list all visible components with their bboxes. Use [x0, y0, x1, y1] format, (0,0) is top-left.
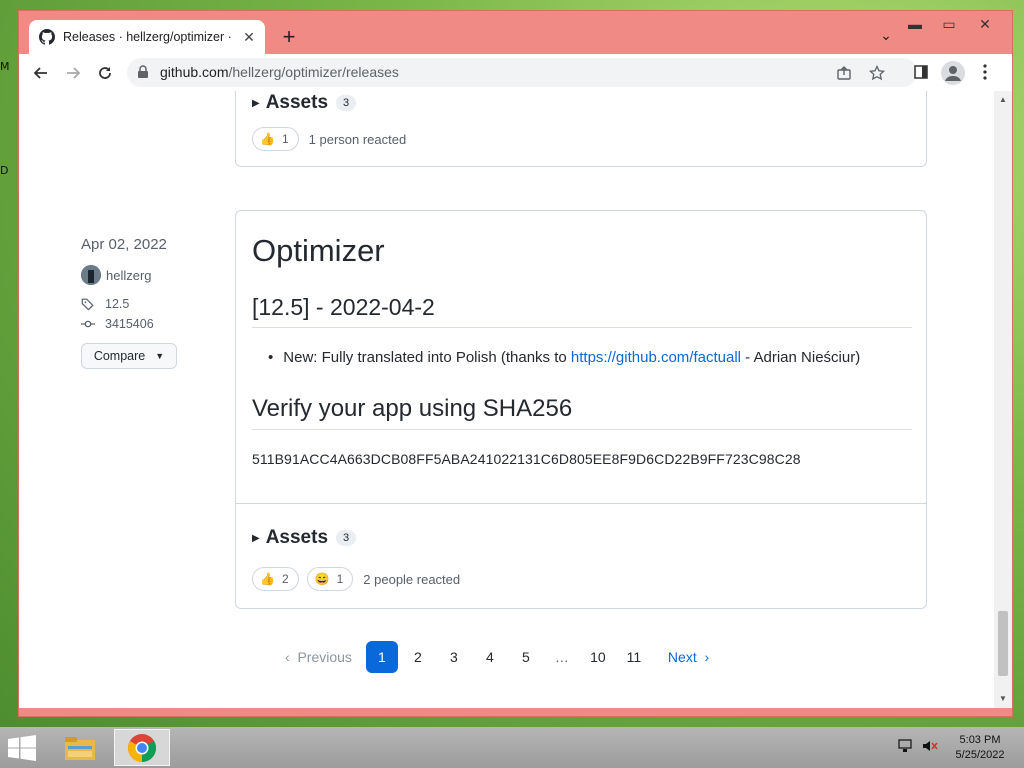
- tag-row[interactable]: 12.5: [81, 297, 211, 311]
- reload-icon[interactable]: [93, 61, 117, 85]
- scrollbar-thumb[interactable]: [998, 611, 1008, 676]
- close-icon[interactable]: ✕: [241, 29, 257, 46]
- system-clock[interactable]: 5:03 PM 5/25/2022: [950, 733, 1010, 763]
- reacted-summary: 1 person reacted: [308, 131, 407, 147]
- desktop-icon-edge[interactable]: M: [0, 60, 10, 73]
- previous-page-button: ‹ Previous: [285, 649, 352, 665]
- compare-label: Compare: [93, 349, 146, 363]
- page-10[interactable]: 10: [582, 641, 614, 673]
- sha256-hash: 511B91ACC4A663DCB08FF5ABA241022131C6D805…: [252, 451, 801, 467]
- clock-time: 5:03 PM: [959, 734, 1001, 746]
- avatar: [81, 265, 101, 285]
- network-icon[interactable]: [896, 736, 916, 756]
- windows-start-icon[interactable]: [6, 733, 38, 763]
- profile-icon[interactable]: [941, 61, 965, 85]
- commit-icon: [81, 320, 95, 328]
- author-row[interactable]: hellzerg: [81, 265, 211, 285]
- version-heading: [12.5] - 2022-04-2: [252, 294, 912, 328]
- reaction-thumbs-up[interactable]: 👍 1: [252, 127, 299, 151]
- file-explorer-icon[interactable]: [52, 729, 108, 766]
- side-panel-icon[interactable]: [911, 62, 931, 82]
- tag-icon: [81, 298, 94, 311]
- new-tab-button[interactable]: +: [277, 25, 301, 49]
- verify-heading: Verify your app using SHA256: [252, 395, 912, 430]
- triangle-right-icon: ▶: [252, 97, 260, 109]
- assets-count-badge: 3: [336, 530, 357, 546]
- desktop-icon-edge[interactable]: D: [0, 164, 8, 177]
- assets-count-badge: 3: [336, 95, 357, 111]
- chevron-down-icon[interactable]: ⌄: [876, 27, 896, 47]
- browser-toolbar: github.com/hellzerg/optimizer/releases: [19, 54, 1012, 91]
- page-viewport: ▶ Assets 3 👍 1 1 person reacted Apr 02, …: [19, 91, 994, 708]
- assets-toggle[interactable]: ▶ Assets 3: [252, 92, 357, 114]
- page-2[interactable]: 2: [402, 641, 434, 673]
- previous-release-card: ▶ Assets 3 👍 1 1 person reacted: [235, 91, 927, 167]
- reacted-summary: 2 people reacted: [363, 571, 461, 587]
- browser-tab[interactable]: Releases · hellzerg/optimizer · GitHub ✕: [29, 20, 265, 54]
- triangle-down-icon: ▼: [155, 351, 165, 361]
- assets-label: Assets: [265, 527, 329, 548]
- release-title[interactable]: Optimizer: [252, 233, 385, 269]
- compare-button[interactable]: Compare ▼: [81, 343, 177, 369]
- kebab-menu-icon[interactable]: [975, 62, 995, 82]
- pagination: ‹ Previous 1 2 3 4 5 … 10 11 Next ›: [283, 641, 715, 673]
- tag-label[interactable]: 12.5: [105, 297, 129, 311]
- changelog-item: • New: Fully translated into Polish (than…: [268, 349, 861, 366]
- taskbar: 5:03 PM 5/25/2022: [0, 727, 1024, 768]
- release-sidebar: Apr 02, 2022 hellzerg 12.5 3415406 Compa…: [81, 236, 211, 369]
- bookmark-star-icon[interactable]: [868, 64, 886, 82]
- scroll-up-icon[interactable]: ▲: [998, 95, 1008, 105]
- tab-title: Releases · hellzerg/optimizer · GitHub: [63, 30, 235, 44]
- back-icon[interactable]: [29, 61, 53, 85]
- page-3[interactable]: 3: [438, 641, 470, 673]
- vertical-scrollbar[interactable]: ▲ ▼: [994, 91, 1012, 708]
- reaction-thumbs-up[interactable]: 👍 2: [252, 567, 299, 591]
- browser-window: Releases · hellzerg/optimizer · GitHub ✕…: [18, 10, 1013, 717]
- triangle-right-icon: ▶: [252, 532, 260, 544]
- next-page-button[interactable]: Next ›: [666, 641, 711, 673]
- window-close-button[interactable]: ✕: [969, 13, 1001, 35]
- reactions-bar: 👍 1 1 person reacted: [252, 127, 406, 151]
- page-4[interactable]: 4: [474, 641, 506, 673]
- page-1[interactable]: 1: [365, 641, 398, 673]
- clock-date: 5/25/2022: [955, 749, 1005, 761]
- page-5[interactable]: 5: [510, 641, 542, 673]
- thumbs-up-icon: 👍: [260, 572, 275, 586]
- forward-icon[interactable]: [61, 61, 85, 85]
- url-text: github.com/hellzerg/optimizer/releases: [160, 64, 399, 80]
- reaction-count: 1: [336, 572, 344, 586]
- commit-sha[interactable]: 3415406: [105, 317, 154, 331]
- page-11[interactable]: 11: [618, 641, 650, 673]
- scroll-down-icon[interactable]: ▼: [998, 694, 1008, 704]
- page-gap: …: [554, 649, 569, 665]
- release-card: Optimizer [12.5] - 2022-04-2 • New: Fully…: [235, 210, 927, 609]
- assets-toggle[interactable]: ▶ Assets 3: [252, 527, 357, 549]
- share-icon[interactable]: [835, 64, 853, 82]
- factuall-link[interactable]: https://github.com/factuall: [571, 349, 741, 366]
- author-name[interactable]: hellzerg: [106, 268, 152, 283]
- assets-label: Assets: [265, 92, 329, 113]
- lock-icon[interactable]: [137, 65, 149, 84]
- reactions-bar: 👍 2 😄 1 2 people reacted: [252, 567, 460, 591]
- address-bar[interactable]: github.com/hellzerg/optimizer/releases: [127, 58, 917, 87]
- commit-row[interactable]: 3415406: [81, 317, 211, 331]
- divider: [236, 503, 926, 504]
- reaction-laugh[interactable]: 😄 1: [306, 567, 354, 591]
- bullet: •: [268, 349, 274, 366]
- reaction-count: 1: [281, 132, 289, 146]
- release-date: Apr 02, 2022: [81, 236, 167, 253]
- minimize-button[interactable]: ▬: [899, 13, 931, 35]
- laugh-icon: 😄: [314, 572, 330, 586]
- maximize-button[interactable]: ▭: [933, 13, 965, 35]
- volume-muted-icon[interactable]: [920, 736, 940, 756]
- chrome-taskbar-icon[interactable]: [114, 729, 170, 766]
- reaction-count: 2: [281, 572, 289, 586]
- thumbs-up-icon: 👍: [260, 132, 275, 146]
- github-icon: [39, 29, 55, 45]
